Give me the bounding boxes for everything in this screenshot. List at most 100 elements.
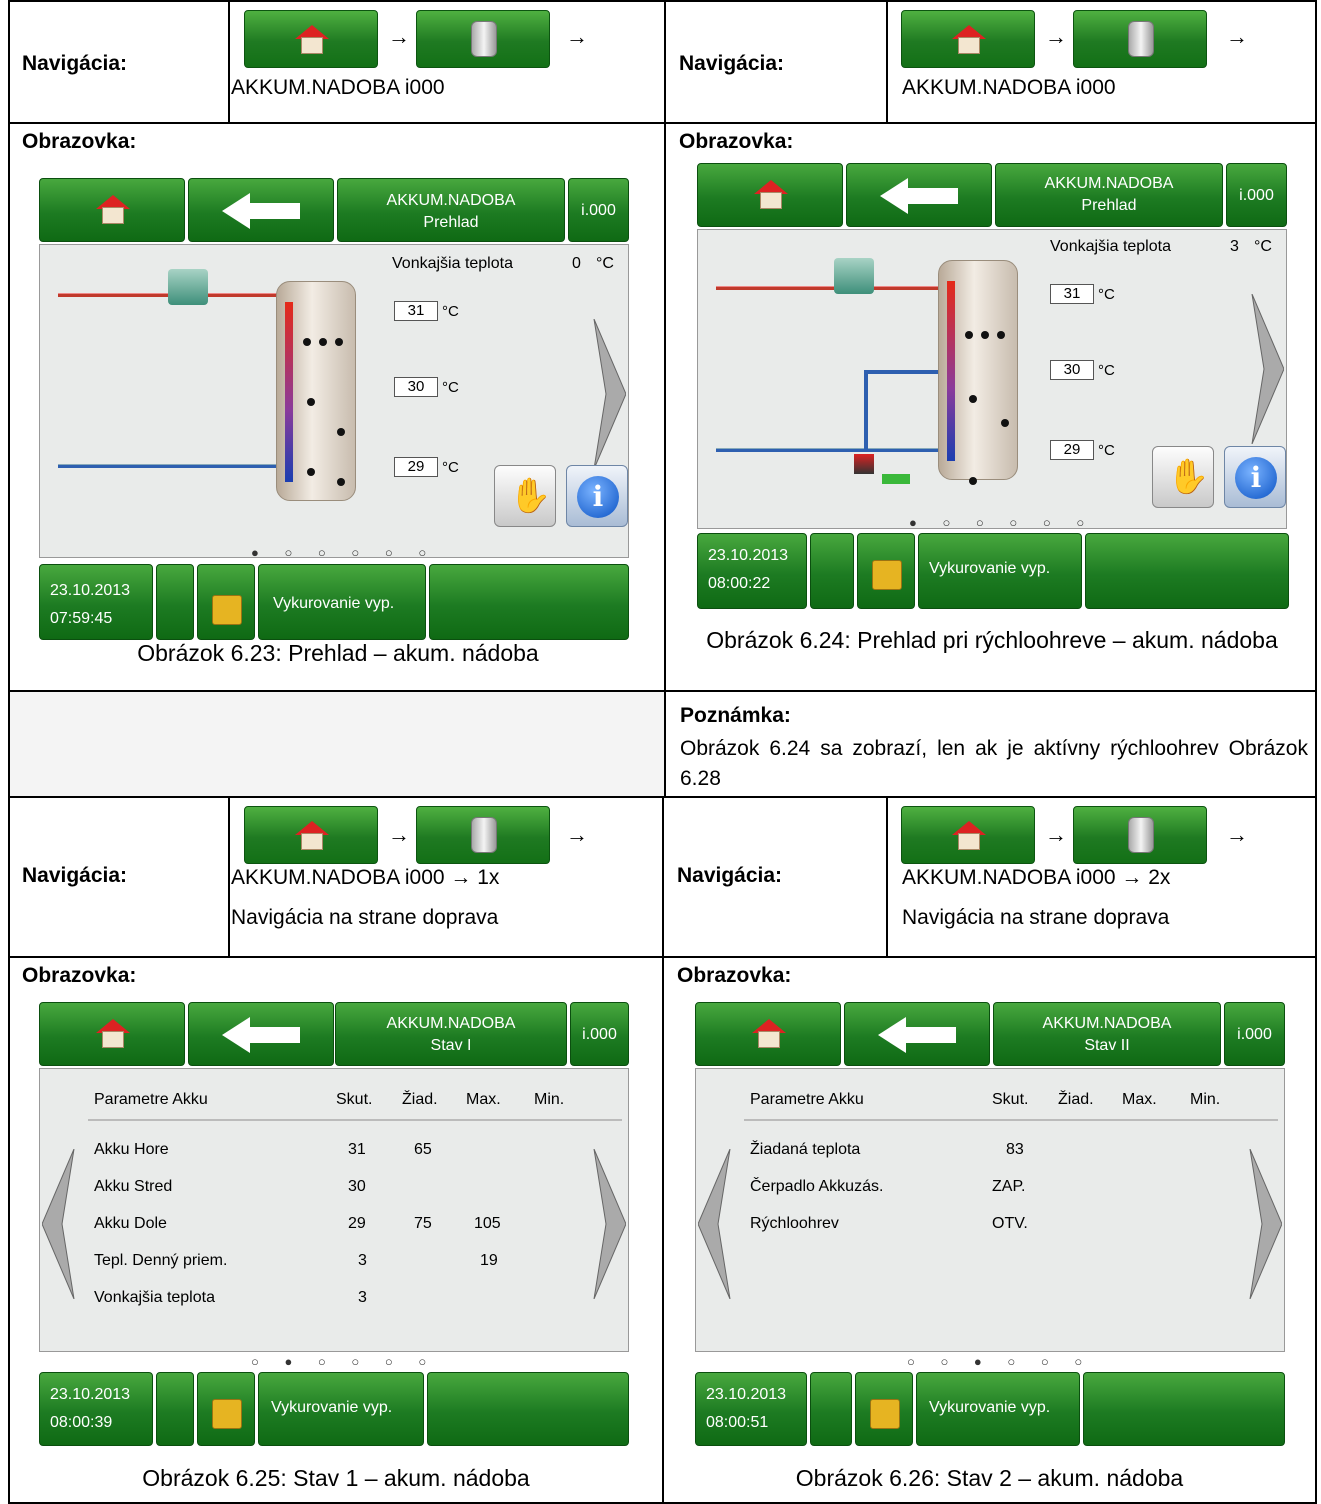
max-value: 19 bbox=[480, 1252, 498, 1269]
tank-nav-button bbox=[1073, 806, 1207, 864]
target-value: 65 bbox=[414, 1141, 432, 1158]
actual-value: OTV. bbox=[992, 1215, 1028, 1232]
back-button[interactable] bbox=[188, 178, 334, 242]
outside-temp-unit: °C bbox=[596, 255, 614, 272]
chevron-right-icon[interactable] bbox=[1246, 1149, 1282, 1299]
manual-button[interactable]: ✋ bbox=[494, 465, 556, 527]
device-screen-overview-quickheat: AKKUM.NADOBA Prehlad i.000 Vonkajšia tepl… bbox=[697, 163, 1291, 625]
cold-pipe bbox=[58, 464, 280, 468]
blank-button bbox=[156, 564, 194, 640]
max-value: 105 bbox=[474, 1215, 501, 1232]
time: 07:59:45 bbox=[50, 610, 113, 627]
tank-icon bbox=[471, 21, 497, 57]
outside-temp-value: 0 bbox=[572, 255, 581, 272]
title: AKKUM.NADOBA bbox=[386, 1015, 516, 1032]
info-button[interactable]: i bbox=[1224, 446, 1286, 508]
chevron-right-icon[interactable] bbox=[1248, 294, 1284, 444]
house-icon bbox=[952, 821, 986, 851]
chevron-right-icon[interactable] bbox=[590, 1149, 626, 1299]
back-arrow-icon bbox=[222, 1017, 300, 1053]
datetime-box: 23.10.2013 08:00:39 bbox=[39, 1372, 153, 1446]
house-icon bbox=[952, 25, 986, 55]
figure-caption: Obrázok 6.23: Prehlad – akum. nádoba bbox=[137, 640, 539, 666]
lock-button[interactable] bbox=[197, 1372, 255, 1446]
nav-arrow: → bbox=[1226, 822, 1248, 847]
storage-tank bbox=[938, 260, 1018, 485]
note-text: Obrázok 6.24 sa zobrazí, len ak je aktív… bbox=[680, 737, 1308, 790]
title: AKKUM.NADOBA bbox=[386, 192, 516, 209]
unit: °C bbox=[442, 303, 459, 320]
param-name: Tepl. Denný priem. bbox=[94, 1252, 228, 1269]
title: AKKUM.NADOBA bbox=[1044, 175, 1174, 192]
screen-label: Obrazovka: bbox=[22, 964, 137, 987]
page-indicator: ○ ○ ● ○ ○ ○ bbox=[907, 1354, 1094, 1369]
col-header-min: Min. bbox=[534, 1091, 565, 1108]
back-arrow-icon bbox=[878, 1017, 956, 1053]
unit: °C bbox=[442, 379, 459, 396]
col-header-target: Žiad. bbox=[1058, 1091, 1094, 1108]
blank-button bbox=[810, 1372, 852, 1446]
chevron-right-icon[interactable] bbox=[590, 319, 626, 469]
figure-caption: Obrázok 6.24: Prehlad pri rýchloohreve –… bbox=[706, 627, 1278, 653]
index-badge: i.000 bbox=[570, 1002, 629, 1066]
house-icon bbox=[96, 1019, 130, 1049]
datetime-box: 23.10.2013 08:00:51 bbox=[695, 1372, 807, 1446]
outside-temp-value: 3 bbox=[1230, 238, 1239, 255]
house-icon bbox=[754, 180, 788, 210]
status-panel: Parametre Akku Skut. Žiad. Max. Min. Akk… bbox=[39, 1068, 629, 1352]
home-button[interactable] bbox=[39, 1002, 185, 1066]
nav-arrow: → bbox=[1045, 822, 1067, 847]
col-header-param: Parametre Akku bbox=[94, 1091, 208, 1108]
index-badge: i.000 bbox=[1226, 163, 1287, 227]
back-button[interactable] bbox=[188, 1002, 334, 1066]
screen-label: Obrazovka: bbox=[679, 130, 794, 153]
lock-button[interactable] bbox=[857, 533, 915, 609]
nav-hint: Navigácia na strane doprava bbox=[902, 906, 1170, 929]
house-icon bbox=[295, 25, 329, 55]
hand-icon: ✋ bbox=[509, 476, 552, 516]
cold-pipe bbox=[716, 448, 938, 452]
date: 23.10.2013 bbox=[708, 547, 789, 564]
param-name: Čerpadlo Akkuzás. bbox=[750, 1178, 884, 1195]
date: 23.10.2013 bbox=[50, 1386, 131, 1403]
nav-arrow: → bbox=[1226, 24, 1248, 49]
time: 08:00:39 bbox=[50, 1414, 113, 1431]
home-button[interactable] bbox=[697, 163, 843, 227]
status-panel: Parametre Akku Skut. Žiad. Max. Min. Žia… bbox=[695, 1068, 1285, 1352]
back-button[interactable] bbox=[844, 1002, 990, 1066]
info-icon: i bbox=[1235, 457, 1277, 499]
title: AKKUM.NADOBA bbox=[1042, 1015, 1172, 1032]
lock-open-icon bbox=[212, 1399, 242, 1429]
home-button[interactable] bbox=[39, 178, 185, 242]
outside-temp-label: Vonkajšia teplota bbox=[392, 255, 513, 272]
temp-mid-value: 30 bbox=[394, 377, 438, 397]
col-header-max: Max. bbox=[1122, 1091, 1157, 1108]
screen-title: AKKUM.NADOBA Prehlad bbox=[337, 178, 565, 242]
hot-pipe bbox=[716, 286, 938, 290]
chevron-left-icon[interactable] bbox=[42, 1149, 78, 1299]
device-screen-overview: AKKUM.NADOBA Prehlad i.000 Vonkajšia tepl… bbox=[39, 178, 633, 640]
param-name: Akku Hore bbox=[94, 1141, 169, 1158]
unit: °C bbox=[1098, 286, 1115, 303]
status-heating: Vykurovanie vyp. bbox=[258, 1372, 424, 1446]
col-header-param: Parametre Akku bbox=[750, 1091, 864, 1108]
col-header-actual: Skut. bbox=[992, 1091, 1029, 1108]
nav-arrow: → bbox=[1045, 24, 1067, 49]
lock-button[interactable] bbox=[855, 1372, 913, 1446]
tank-nav-button bbox=[1073, 10, 1207, 68]
lock-button[interactable] bbox=[197, 564, 255, 640]
manual-button[interactable]: ✋ bbox=[1152, 446, 1214, 508]
status-heating: Vykurovanie vyp. bbox=[916, 1372, 1080, 1446]
actual-value: 30 bbox=[348, 1178, 366, 1195]
tank-icon bbox=[1128, 21, 1154, 57]
back-button[interactable] bbox=[846, 163, 992, 227]
chevron-left-icon[interactable] bbox=[698, 1149, 734, 1299]
nav-arrow: → bbox=[566, 822, 588, 847]
nav-hint: Navigácia na strane doprava bbox=[231, 906, 499, 929]
info-button[interactable]: i bbox=[566, 465, 628, 527]
nav-path: AKKUM.NADOBA i000 → 1x bbox=[231, 866, 500, 889]
hand-icon: ✋ bbox=[1167, 457, 1210, 497]
figure-caption: Obrázok 6.25: Stav 1 – akum. nádoba bbox=[142, 1465, 530, 1491]
home-button[interactable] bbox=[695, 1002, 841, 1066]
lock-open-icon bbox=[212, 595, 242, 625]
